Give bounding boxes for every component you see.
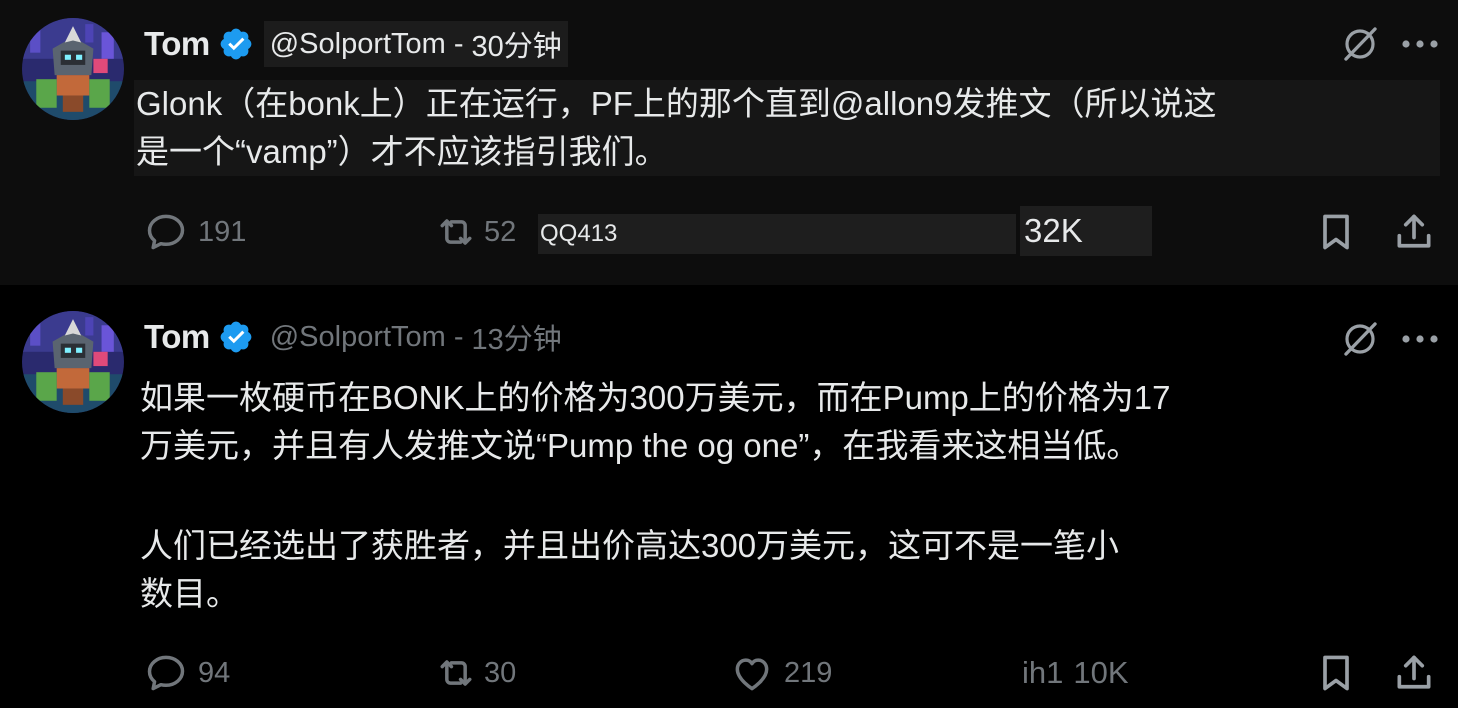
tweet-text-line: 是一个“vamp”）才不应该指引我们。 [136,133,668,170]
tweet-text-line: 人们已经选出了获胜者，并且出价高达300万美元，这可不是一笔小 [140,527,1120,564]
author-handle[interactable]: @SolportTom [270,321,446,354]
tweet-top-actions [1340,319,1440,359]
tweet-text-line: 数目。 [140,575,239,612]
verified-badge-icon [218,319,254,355]
repost-button[interactable]: 30 [434,647,516,699]
more-dots-icon[interactable] [1400,38,1440,50]
tweet-actions: 94 30 219 ih1 10K [144,647,1440,699]
handle-separator: - [453,320,464,353]
views-prefix: ih1 [1022,655,1064,690]
repost-count: 52 [484,215,517,248]
reply-bubble-icon [144,651,188,695]
tweet-header: Tom @SolportTom - 30分钟 [144,21,568,67]
reply-count: 94 [198,656,231,689]
tweet-actions: 191 52 QQ413 32K [144,206,1440,258]
tweet-2[interactable]: Tom @SolportTom - 13分钟 如果一枚硬币在BONK上的价格为3… [0,285,1458,708]
tweet-text: Glonk（在bonk上）正在运行，PF上的那个直到@allon9发推文（所以说… [134,80,1440,176]
reply-bubble-icon [144,210,188,254]
overlay-label-box: QQ413 [538,214,1016,254]
view-count[interactable]: ih1 10K [1022,647,1129,699]
repost-count: 30 [484,656,517,689]
tweet-header: Tom @SolportTom - 13分钟 [144,315,568,359]
author-handle[interactable]: @SolportTom [270,28,446,61]
like-count: 219 [784,656,833,689]
views-value: 10K [1073,655,1129,690]
tweet-text-line: 如果一枚硬币在BONK上的价格为300万美元，而在Pump上的价格为17 [140,379,1171,416]
grok-slash-icon[interactable] [1340,24,1380,64]
reply-button[interactable]: 191 [144,206,246,258]
handle-and-time: @SolportTom - 30分钟 [263,21,568,67]
tweet-text: 如果一枚硬币在BONK上的价格为300万美元，而在Pump上的价格为17 万美元… [140,374,1400,618]
bookmark-icon[interactable] [1314,208,1358,256]
reply-count: 191 [198,215,247,248]
heart-icon [730,651,774,695]
author-name[interactable]: Tom [144,318,210,356]
reply-button[interactable]: 94 [144,647,230,699]
handle-and-time: @SolportTom - 13分钟 [264,314,568,360]
share-upload-icon[interactable] [1392,649,1436,697]
view-count[interactable]: 32K [1020,206,1152,256]
handle-separator: - [453,27,464,60]
avatar[interactable] [22,311,124,413]
repost-button[interactable]: 52 [434,206,516,258]
bookmark-icon[interactable] [1314,649,1358,697]
verified-badge-icon [218,26,254,62]
tweet-time[interactable]: 30分钟 [472,23,562,65]
repost-arrows-icon [434,210,478,254]
more-dots-icon[interactable] [1400,333,1440,345]
grok-slash-icon[interactable] [1340,319,1380,359]
tweet-time[interactable]: 13分钟 [472,316,562,358]
author-name[interactable]: Tom [144,25,210,63]
repost-arrows-icon [434,651,478,695]
share-upload-icon[interactable] [1392,208,1436,256]
tweet-top-actions [1340,24,1440,64]
tweet-text-line: Glonk（在bonk上）正在运行，PF上的那个直到@allon9发推文（所以说… [136,85,1217,122]
avatar[interactable] [22,18,124,120]
tweet-text-line: 万美元，并且有人发推文说“Pump the og one”，在我看来这相当低。 [140,427,1140,464]
like-button[interactable]: 219 [730,647,832,699]
tweet-1[interactable]: Tom @SolportTom - 30分钟 Glonk（在bonk上）正在运行… [0,0,1458,285]
